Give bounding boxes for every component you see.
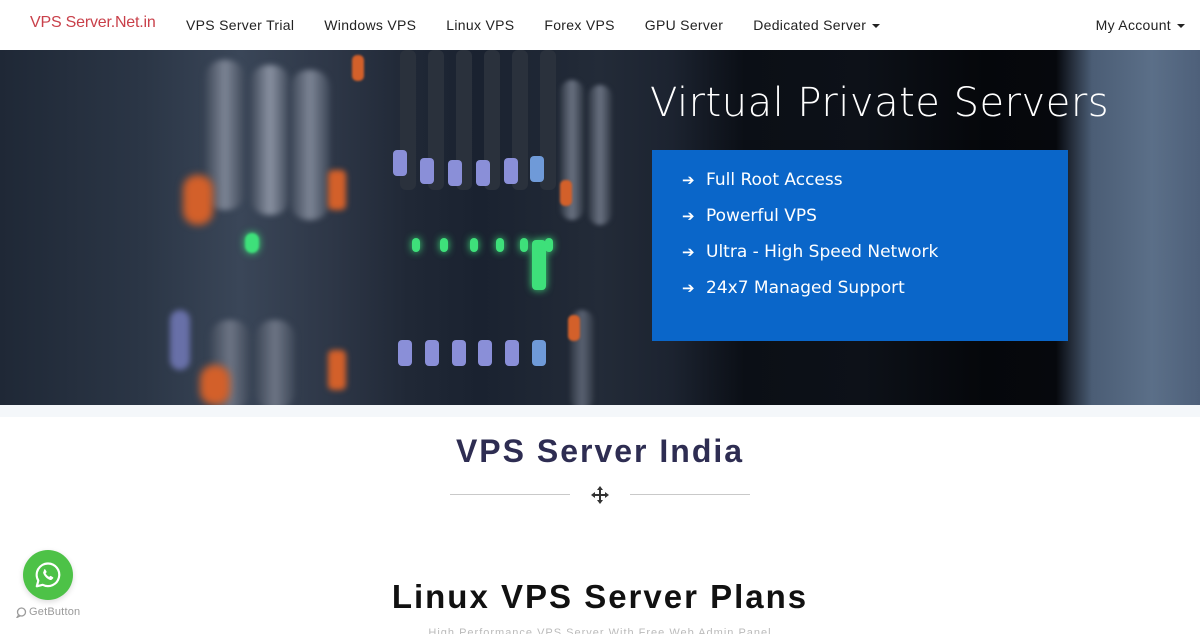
nav-item-linux-vps[interactable]: Linux VPS (431, 0, 529, 50)
hero-title: Virtual Private Servers (650, 80, 1110, 126)
top-navbar: VPS Server.Net.in VPS Server Trial Windo… (0, 0, 1200, 50)
brand-logo-link[interactable]: VPS Server.Net.in (30, 14, 156, 32)
hero-bottom-strip (0, 405, 1200, 417)
nav-item-vps-server-trial[interactable]: VPS Server Trial (171, 0, 309, 50)
feature-item: ➔ 24x7 Managed Support (682, 270, 1068, 306)
feature-label: 24x7 Managed Support (706, 278, 905, 298)
nav-item-gpu-server[interactable]: GPU Server (630, 0, 738, 50)
arrow-right-icon: ➔ (682, 243, 695, 261)
plans-section-title: Linux VPS Server Plans (391, 578, 809, 615)
feature-item: ➔ Full Root Access (682, 162, 1068, 198)
nav-item-label: VPS Server Trial (186, 17, 295, 33)
whatsapp-icon (35, 562, 61, 588)
arrow-right-icon: ➔ (682, 279, 695, 297)
nav-menu: VPS Server Trial Windows VPS Linux VPS F… (171, 0, 895, 50)
feature-label: Powerful VPS (706, 206, 817, 226)
section-title: VPS Server India (455, 433, 745, 469)
move-arrows-icon (591, 486, 609, 504)
nav-item-forex-vps[interactable]: Forex VPS (529, 0, 629, 50)
whatsapp-chat-button[interactable] (23, 550, 73, 600)
plans-subtitle: High Performance VPS Server With Free We… (428, 627, 772, 634)
divider-line-left (450, 494, 570, 495)
divider-line-right (630, 494, 750, 495)
my-account-dropdown[interactable]: My Account (1096, 0, 1185, 50)
caret-down-icon (1177, 24, 1185, 28)
nav-item-label: Dedicated Server (753, 17, 867, 33)
feature-item: ➔ Powerful VPS (682, 198, 1068, 234)
nav-item-dedicated-server[interactable]: Dedicated Server (738, 0, 895, 50)
arrow-right-icon: ➔ (682, 171, 695, 189)
getbutton-label: GetButton (29, 606, 81, 618)
nav-item-label: Forex VPS (544, 17, 615, 33)
nav-item-label: Linux VPS (446, 17, 515, 33)
feature-list-box: ➔ Full Root Access ➔ Powerful VPS ➔ Ultr… (652, 150, 1068, 341)
arrow-right-icon: ➔ (682, 207, 695, 225)
getbutton-credit[interactable]: GetButton (16, 606, 80, 618)
nav-item-label: GPU Server (644, 17, 724, 33)
feature-label: Ultra - High Speed Network (706, 242, 939, 262)
nav-item-label: Windows VPS (324, 17, 417, 33)
feature-item: ➔ Ultra - High Speed Network (682, 234, 1068, 270)
feature-label: Full Root Access (706, 170, 843, 190)
nav-item-windows-vps[interactable]: Windows VPS (309, 0, 431, 50)
chat-bubble-icon (16, 606, 27, 618)
caret-down-icon (872, 24, 881, 28)
hero-banner: Virtual Private Servers ➔ Full Root Acce… (0, 50, 1200, 405)
my-account-label: My Account (1095, 17, 1171, 33)
